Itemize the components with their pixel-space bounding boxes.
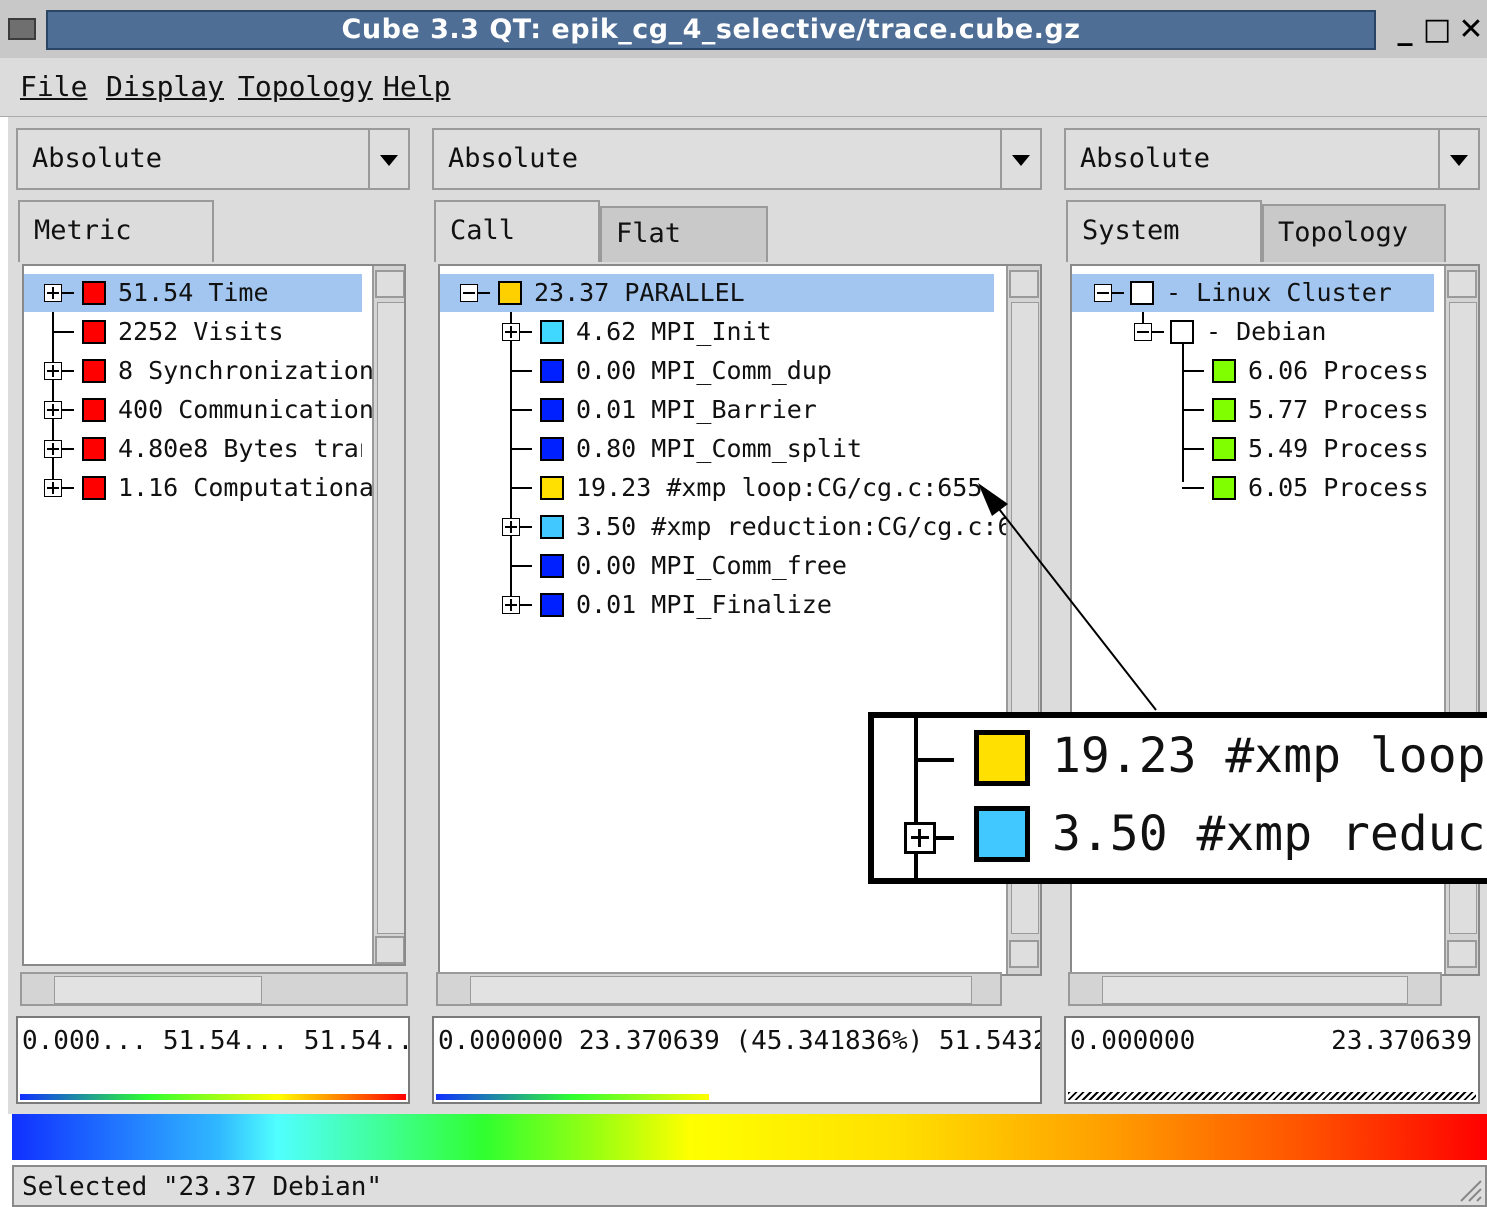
- zoom-row-reduction: 3.50 #xmp reducti: [1052, 806, 1487, 862]
- zoom-callout: 19.23 #xmp loop:C 3.50 #xmp reducti: [868, 712, 1487, 884]
- zoom-row-loop: 19.23 #xmp loop:C: [1052, 728, 1487, 784]
- color-swatch: [974, 806, 1030, 862]
- annotation-arrow: [978, 483, 1157, 711]
- expand-icon: [904, 822, 936, 854]
- color-swatch: [974, 730, 1030, 786]
